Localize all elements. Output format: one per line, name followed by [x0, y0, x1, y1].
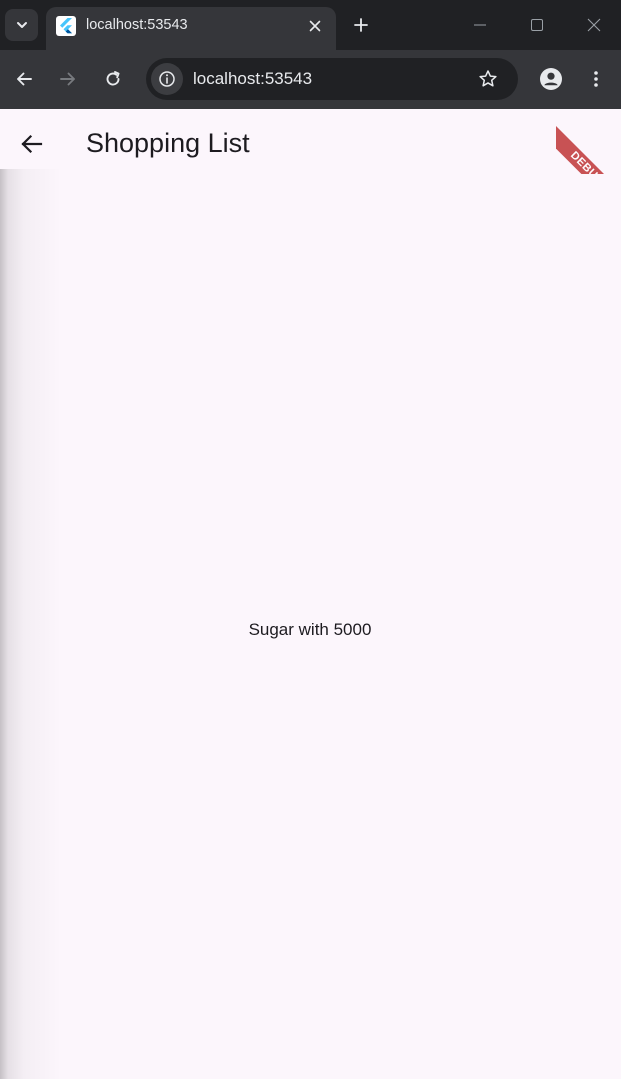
browser-window: localhost:53543 localhost:53543 Shopping… — [0, 0, 621, 1079]
tab-strip: localhost:53543 — [0, 0, 621, 50]
minimize-icon — [474, 24, 486, 26]
plus-icon — [354, 18, 368, 32]
minimize-button[interactable] — [468, 13, 492, 37]
address-bar[interactable]: localhost:53543 — [146, 58, 518, 100]
window-close-button[interactable] — [582, 13, 606, 37]
back-button[interactable] — [11, 66, 37, 92]
bookmark-button[interactable] — [476, 67, 500, 91]
new-tab-button[interactable] — [349, 13, 373, 37]
tab-title: localhost:53543 — [86, 17, 188, 33]
star-icon — [479, 70, 497, 87]
forward-button[interactable] — [55, 66, 81, 92]
app-page: Shopping List Sugar with 5000 — [0, 109, 621, 1079]
page-title: Shopping List — [86, 128, 250, 158]
maximize-button[interactable] — [525, 13, 549, 37]
app-bar: Shopping List — [0, 109, 621, 177]
arrow-left-icon — [21, 134, 43, 154]
maximize-icon — [531, 19, 543, 31]
browser-toolbar: localhost:53543 — [0, 50, 621, 109]
more-vertical-icon — [594, 71, 598, 87]
tab-search-button[interactable] — [5, 9, 38, 41]
close-icon — [309, 20, 321, 32]
tab-close-button[interactable] — [305, 16, 325, 36]
browser-tab[interactable]: localhost:53543 — [46, 7, 336, 50]
person-icon — [540, 68, 562, 90]
close-icon — [587, 18, 601, 32]
reload-icon — [106, 71, 120, 86]
profile-button[interactable] — [538, 66, 564, 92]
item-detail-text: Sugar with 5000 — [248, 620, 372, 639]
reload-button[interactable] — [100, 66, 126, 92]
chevron-down-icon — [16, 22, 27, 28]
app-back-button[interactable] — [15, 128, 47, 160]
info-icon — [159, 71, 175, 87]
browser-menu-button[interactable] — [583, 66, 609, 92]
url-text[interactable]: localhost:53543 — [193, 69, 312, 89]
flutter-logo-icon — [56, 16, 76, 36]
arrow-left-icon — [17, 72, 32, 86]
arrow-right-icon — [60, 72, 75, 86]
site-info-button[interactable] — [151, 63, 183, 95]
